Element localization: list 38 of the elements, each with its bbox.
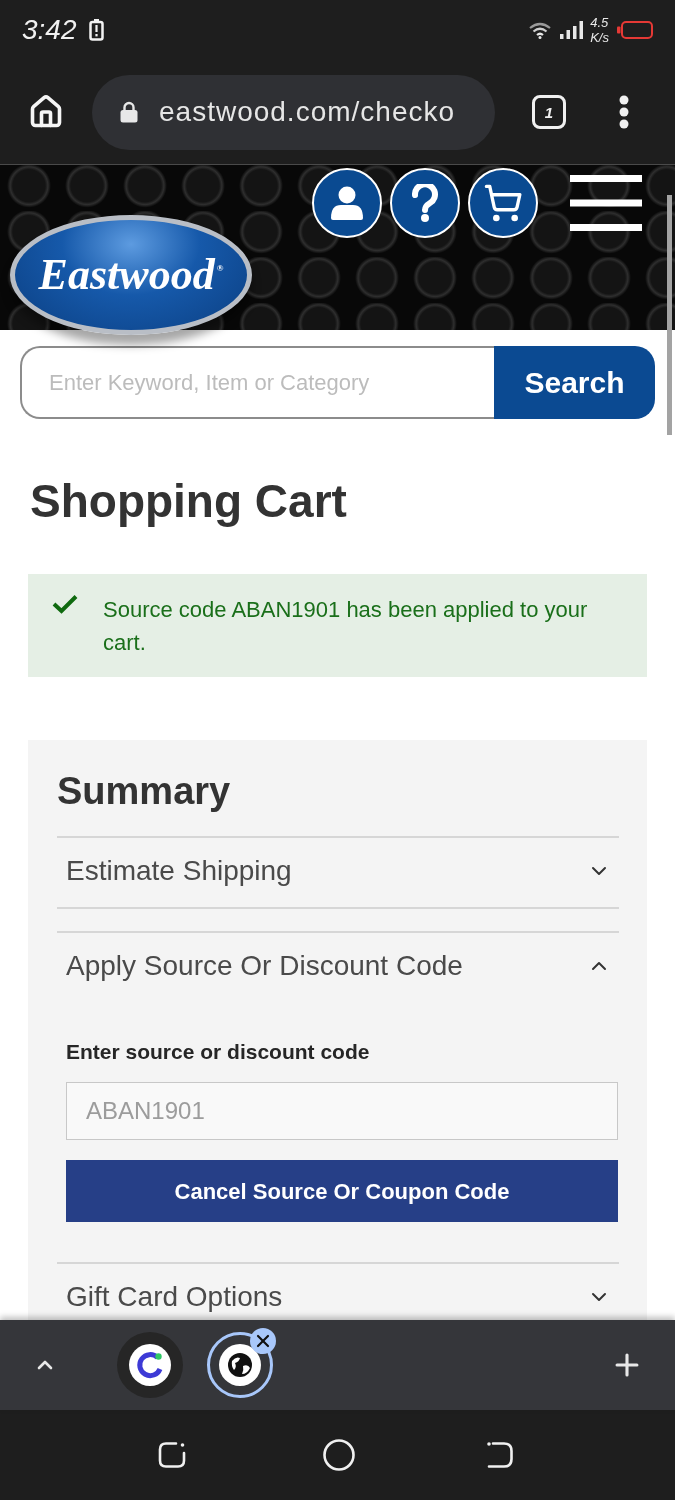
- close-tab-button[interactable]: [250, 1328, 276, 1354]
- question-mark-icon: [412, 184, 438, 222]
- home-icon: [28, 94, 64, 130]
- account-button[interactable]: [312, 168, 382, 238]
- recent-apps-icon: [158, 1441, 186, 1469]
- accordion-header[interactable]: Estimate Shipping: [57, 853, 619, 889]
- wifi-icon: [529, 21, 552, 39]
- search-field[interactable]: Enter Keyword, Item or Category: [20, 346, 494, 419]
- cart-button[interactable]: [468, 168, 538, 238]
- url-text: eastwood.com/checko: [159, 95, 456, 129]
- accordion-header[interactable]: Apply Source Or Discount Code: [57, 948, 619, 984]
- more-vertical-icon: [619, 95, 629, 129]
- menu-icon: [570, 175, 642, 231]
- globe-icon: [219, 1344, 261, 1386]
- battery-alert-icon: [88, 19, 104, 41]
- accordion-header[interactable]: Gift Card Options: [57, 1279, 619, 1315]
- status-time: 3:42: [22, 14, 77, 46]
- arc-logo-icon: [129, 1344, 171, 1386]
- message-text: Source code ABAN1901 has been applied to your cart.: [103, 596, 589, 657]
- field-label: Enter source or discount code: [66, 1039, 371, 1065]
- network-speed-unit: K/s: [590, 30, 609, 45]
- search-button[interactable]: Search: [494, 346, 655, 419]
- back-icon: [486, 1441, 514, 1469]
- battery-icon: [617, 21, 653, 39]
- checkmark-icon: [52, 594, 78, 614]
- lock-icon: [120, 101, 138, 123]
- user-icon: [331, 186, 363, 220]
- tab-switcher-button[interactable]: 1: [532, 95, 566, 129]
- cart-icon: [483, 183, 523, 223]
- circle-home-icon: [323, 1439, 355, 1471]
- address-bar[interactable]: eastwood.com/checko: [92, 74, 495, 150]
- cancel-code-button[interactable]: Cancel Source Or Coupon Code: [66, 1160, 618, 1222]
- network-speed-value: 4.5: [590, 15, 609, 30]
- help-button[interactable]: [390, 168, 460, 238]
- summary-title: Summary: [57, 769, 232, 814]
- signal-icon: [560, 21, 585, 39]
- eastwood-logo[interactable]: Eastwood$^{®}$: [10, 215, 252, 335]
- page-title: Shopping Cart: [29, 474, 348, 529]
